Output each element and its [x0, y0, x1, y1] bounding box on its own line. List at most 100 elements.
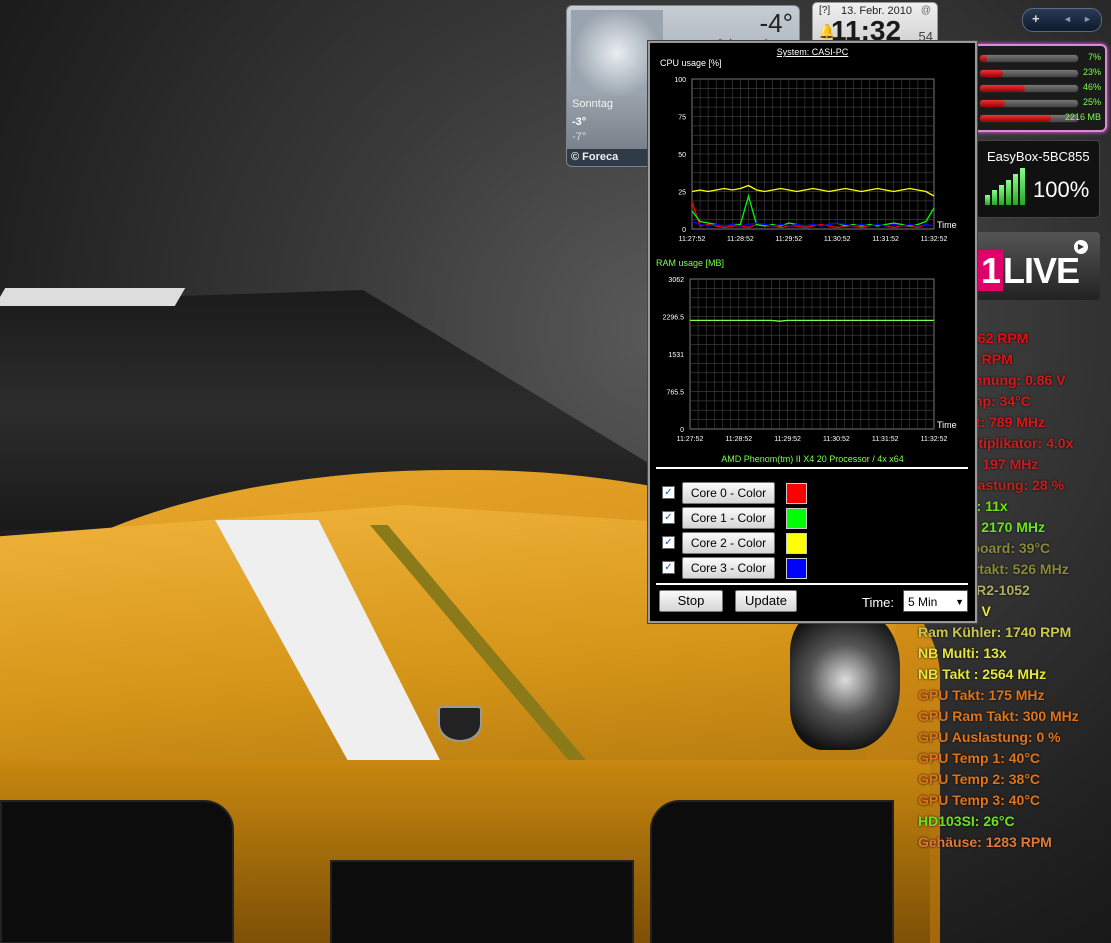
y-tick-label: 3062 [668, 277, 684, 284]
x-tick-label: 11:32:52 [921, 436, 948, 443]
ram-usage-chart: 0 765.5 1531 2296.5 3062 11:27:52 11:28:52 11:2… [663, 277, 957, 443]
x-tick-label: 11:30:52 [824, 236, 851, 243]
sysmon-row: 2216 MB [979, 112, 1103, 124]
prev-gadget-button[interactable]: ◄ [1063, 14, 1072, 24]
forecast-day: Sonntag [572, 98, 613, 110]
sensor-reading: t: 2170 MHz [968, 519, 1046, 535]
next-gadget-button[interactable]: ► [1083, 14, 1092, 24]
time-label: Time: [862, 595, 895, 610]
sensor-reading: HD103SI: 26°C [918, 813, 1015, 829]
x-tick-label: 11:27:52 [677, 436, 704, 443]
lamborghini-badge-icon [438, 706, 482, 742]
x-axis-label: Time [937, 420, 957, 430]
wifi-signal-percent: 100% [1033, 177, 1090, 202]
sensor-reading: NB Takt : 2564 MHz [918, 666, 1047, 682]
sysmon-bar-fill [980, 55, 987, 62]
sensor-reading: Ram Kühler: 1740 RPM [918, 624, 1072, 640]
core-3-color-swatch[interactable] [786, 558, 807, 579]
divider [656, 583, 968, 585]
sensor-reading: GPU Ram Takt: 300 MHz [918, 708, 1079, 724]
sensor-reading: GPU Auslastung: 0 % [918, 729, 1061, 745]
sensor-reading: rboard: 39°C [966, 540, 1051, 556]
sensor-reading: GPU Temp 2: 38°C [918, 771, 1041, 787]
y-tick-label: 25 [678, 190, 686, 197]
x-axis-label: Time [937, 220, 957, 230]
divider [656, 467, 968, 469]
sidebar-controls: + ◄ ► [1022, 8, 1102, 32]
sensor-reading: kt: 789 MHz [968, 414, 1046, 430]
car-headlight [790, 610, 900, 750]
core-1-checkbox[interactable]: ✓ [662, 511, 675, 524]
sensor-reading: ultiplikator: 4.0x [966, 435, 1074, 451]
core-3-color-button[interactable]: Core 3 - Color [682, 557, 775, 579]
sensor-reading: annung: 0.86 V [966, 372, 1066, 388]
update-button[interactable]: Update [735, 590, 797, 612]
sensor-reading: GPU Temp 1: 40°C [918, 750, 1041, 766]
stop-button[interactable]: Stop [659, 590, 723, 612]
core-2-checkbox[interactable]: ✓ [662, 536, 675, 549]
y-tick-label: 2296.5 [663, 315, 685, 322]
radio-gadget[interactable]: ▶ 1LIVE [976, 232, 1100, 300]
x-tick-label: 11:31:52 [872, 236, 899, 243]
sysmon-value: 25% [1082, 97, 1101, 107]
core-3-checkbox[interactable]: ✓ [662, 561, 675, 574]
sysmon-value: 7% [1087, 52, 1101, 62]
core-0-color-swatch[interactable] [786, 483, 807, 504]
sensor-reading: slastung: 28 % [966, 477, 1065, 493]
weather-temperature: -4° [759, 8, 793, 38]
clock-at-icon: @ [920, 5, 931, 16]
y-tick-label: 765.5 [666, 390, 684, 397]
x-tick-label: 11:28:52 [727, 236, 754, 243]
sysmon-row: 7% [979, 52, 1103, 64]
sysmon-value: 46% [1082, 82, 1101, 92]
forecast-low: -7° [572, 131, 587, 143]
ram-chart-label: RAM usage [MB] [656, 258, 725, 268]
sensor-reading: GPU Temp 3: 40°C [918, 792, 1041, 808]
sensor-reading: GPU Takt: 175 MHz [918, 687, 1045, 703]
y-tick-label: 100 [674, 77, 686, 84]
core-2-color-button[interactable]: Core 2 - Color [682, 532, 775, 554]
sensor-reading: Gehäuse: 1283 RPM [918, 834, 1052, 850]
core-1-color-swatch[interactable] [786, 508, 807, 529]
radio-logo: 1LIVE [978, 250, 1080, 292]
sensor-reading: 762 RPM [970, 330, 1029, 346]
time-range-select[interactable]: 5 Min ▼ [903, 590, 968, 612]
y-tick-label: 0 [682, 227, 686, 234]
x-tick-label: 11:31:52 [872, 436, 899, 443]
y-tick-label: 50 [678, 152, 686, 159]
core-0-checkbox[interactable]: ✓ [662, 486, 675, 499]
car-roof-stripe [0, 288, 186, 306]
y-tick-label: 1531 [668, 352, 684, 359]
sensor-reading: ertakt: 526 MHz [966, 561, 1069, 577]
core-1-color-button[interactable]: Core 1 - Color [682, 507, 775, 529]
x-tick-label: 11:29:52 [774, 436, 801, 443]
x-tick-label: 11:28:52 [725, 436, 752, 443]
forecast-high: -3° [572, 116, 587, 128]
core-0-color-button[interactable]: Core 0 - Color [682, 482, 775, 504]
sysmon-bar-fill [980, 100, 1005, 107]
system-title-link[interactable]: System: CASI-PC [650, 47, 975, 57]
x-tick-label: 11:32:52 [921, 236, 948, 243]
car-grille-right [650, 800, 894, 943]
core-2-color-swatch[interactable] [786, 533, 807, 554]
x-tick-label: 11:27:52 [679, 236, 706, 243]
y-tick-label: 75 [678, 115, 686, 122]
cpu-usage-chart: 0 25 50 75 100 11:27:52 11:28:52 11:29:52 11:30:… [674, 77, 957, 243]
wifi-gadget[interactable]: EasyBox-5BC855 100% [976, 140, 1100, 218]
cpu-monitor-window[interactable]: System: CASI-PC CPU usage [%] 0 25 50 75 100… [648, 41, 977, 623]
sysmon-bar [979, 84, 1079, 93]
wifi-network-name: EasyBox-5BC855 [987, 149, 1090, 164]
sysmon-value: 2216 MB [1064, 112, 1101, 122]
sensor-reading: mp: 34°C [970, 393, 1031, 409]
car-grille-left [0, 800, 234, 943]
clock-help[interactable]: [?] [819, 5, 830, 16]
x-tick-label: 11:29:52 [775, 236, 802, 243]
chevron-down-icon: ▼ [955, 597, 964, 607]
add-gadget-button[interactable]: + [1032, 11, 1040, 26]
sysmon-bar-fill [980, 115, 1051, 122]
sysmon-bar [979, 54, 1079, 63]
sysmon-row: 23% [979, 67, 1103, 79]
system-monitor-gadget[interactable]: 7% 23% 46% 25% 2216 MB [973, 44, 1107, 132]
sensor-reading: NB Multi: 13x [918, 645, 1007, 661]
sysmon-bar [979, 69, 1079, 78]
